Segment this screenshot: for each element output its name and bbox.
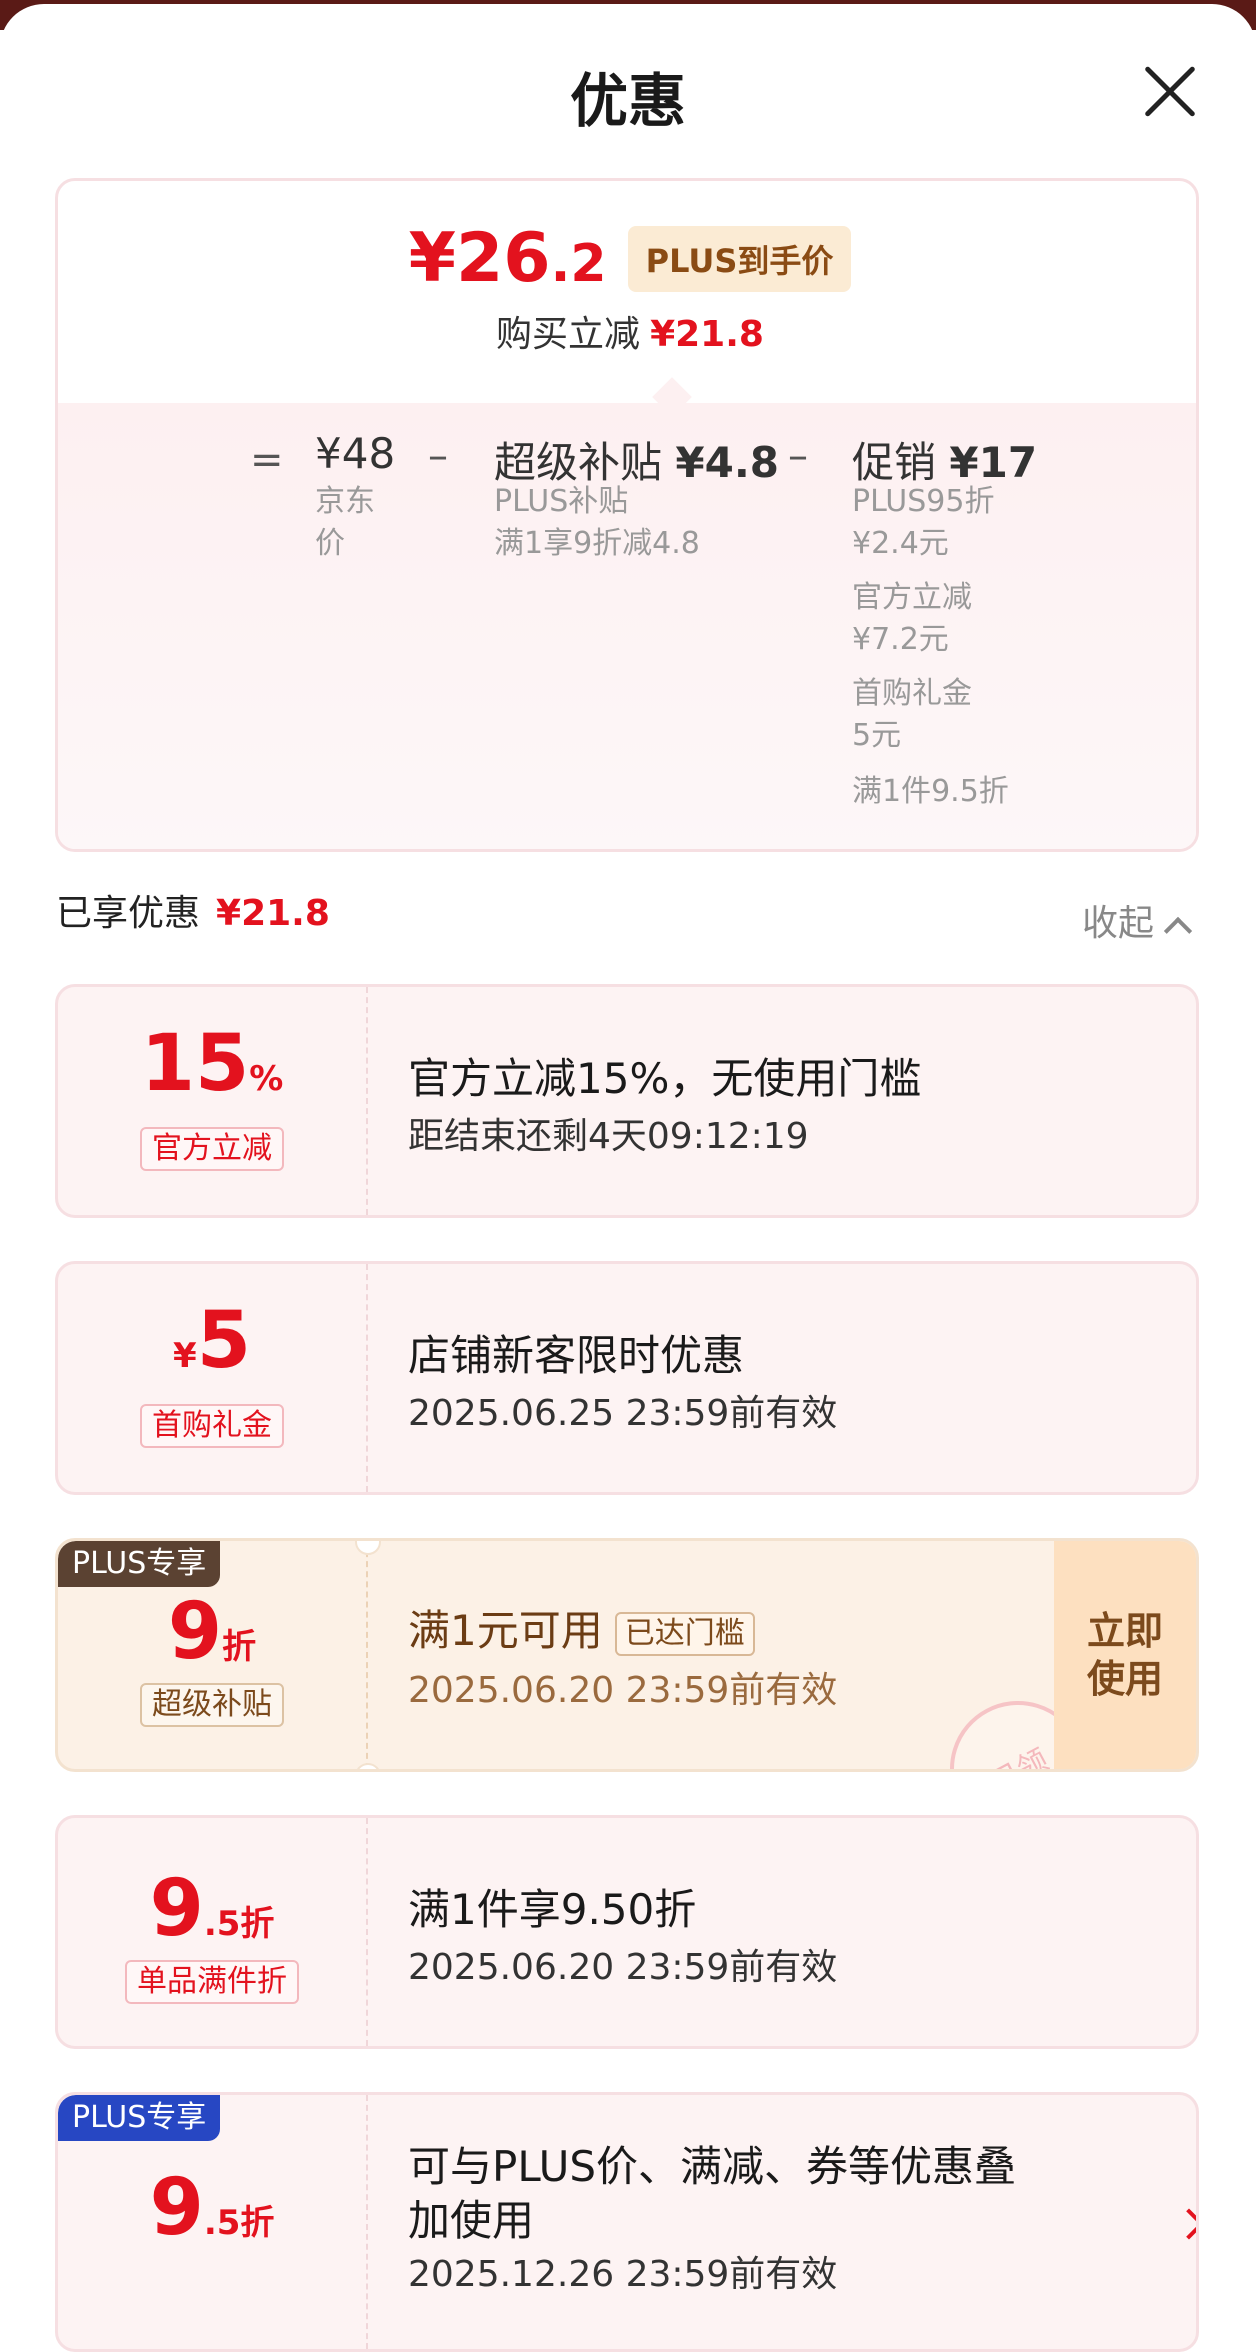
coupon-tag: 首购礼金 [140,1404,284,1448]
subsidy-name: 超级补贴 [494,438,663,487]
coupon-number: 9 [149,2163,204,2253]
coupon-unit: 折 [222,1627,257,1667]
collapse-button[interactable]: 收起 [1082,894,1193,946]
coupon-currency: ¥ [173,1336,197,1376]
coupon-amount: 9.5折 [58,1864,366,1954]
jd-price-label-2: 价 [315,526,345,561]
coupon-title: 官方立减15%，无使用门槛 [408,1054,922,1103]
promo-detail-4: ¥7.2元 [852,622,949,657]
coupon-card-plus-stack[interactable]: PLUS专享 9.5折 可与PLUS价、满减、券等优惠叠 加使用 2025.12… [55,2092,1199,2352]
coupon-number: 9 [149,1864,204,1954]
jd-price-value: ¥48 [315,429,396,478]
coupon-title-row: 满1元可用 已达门槛 [408,1597,755,1658]
coupon-title: 店铺新客限时优惠 [408,1331,745,1380]
discount-sheet: 优惠 ¥26.2 PLUS到手价 购买立减 ¥21.8 = ¥48 京东 价 – … [0,4,1256,2352]
minus-sign-2: – [788,433,808,479]
price-summary: ¥26.2 PLUS到手价 购买立减 ¥21.8 = ¥48 京东 价 – 超级补… [55,178,1199,852]
coupon-validity: 2025.06.20 23:59前有效 [408,1670,838,1711]
coupon-countdown: 距结束还剩4天09:12:19 [408,1116,809,1157]
coupon-validity: 2025.06.25 23:59前有效 [408,1393,838,1434]
enjoyed-value: ¥21.8 [216,893,330,934]
chevron-up-icon [1163,916,1193,946]
minus-sign-1: – [428,433,448,479]
threshold-reached-badge: 已达门槛 [614,1611,755,1656]
coupon-title-line-1: 可与PLUS价、满减、券等优惠叠 [408,2142,1017,2191]
card-left: 9折 超级补贴 [58,1541,366,1769]
card-left: 9.5折 单品满件折 [58,1818,366,2046]
card-divider [366,1264,368,1492]
coupon-number: 9 [167,1587,223,1677]
card-left: 9.5折 [58,2095,366,2349]
card-left: 15% 官方立减 [58,987,366,1215]
price-currency: ¥ [408,219,456,298]
coupon-validity: 2025.06.20 23:59前有效 [408,1947,838,1988]
coupon-card-first-purchase[interactable]: ¥5 首购礼金 店铺新客限时优惠 2025.06.25 23:59前有效 [55,1261,1199,1495]
coupon-number: 5 [196,1296,251,1386]
subsidy-detail-1: PLUS补贴 [494,484,629,519]
card-divider [366,2095,368,2349]
coupon-card-super-subsidy: PLUS专享 9折 超级补贴 满1元可用 已达门槛 2025.06.20 23:5… [55,1538,1199,1772]
equals-sign: = [250,437,284,483]
promo-detail-2: ¥2.4元 [852,526,949,561]
coupon-decimal: .5折 [203,2203,275,2243]
coupon-title-line-2: 加使用 [408,2196,535,2245]
coupon-unit: % [249,1059,284,1099]
coupon-amount: 9折 [58,1587,366,1677]
enjoyed-discount: 已享优惠 ¥21.8 [56,884,330,936]
jd-price-label-1: 京东 [315,484,375,519]
card-divider [366,1541,368,1769]
chevron-right-icon[interactable] [1173,2208,1196,2240]
coupon-validity: 2025.12.26 23:59前有效 [408,2254,838,2295]
collapse-label: 收起 [1082,903,1155,944]
card-left: ¥5 首购礼金 [58,1264,366,1492]
close-icon[interactable] [1140,62,1200,122]
plus-price-tag: PLUS到手价 [627,225,852,292]
coupon-card-item-discount[interactable]: 9.5折 单品满件折 满1件享9.50折 2025.06.20 23:59前有效 [55,1815,1199,2049]
promo-detail-6: 5元 [852,718,902,753]
sheet-title: 优惠 [569,67,686,135]
plus-price: ¥26.2 PLUS到手价 [58,219,1196,298]
coupon-amount: ¥5 [58,1296,366,1386]
use-now-button[interactable]: 立即使用 [1054,1541,1196,1769]
promo-detail-5: 首购礼金 [852,676,972,711]
final-price: ¥26.2 [409,219,607,298]
use-now-label: 立即使用 [1086,1609,1163,1701]
coupon-tag: 单品满件折 [125,1960,299,2004]
buy-off-line: 购买立减 ¥21.8 [58,305,1196,357]
coupon-tag: 官方立减 [140,1127,284,1171]
buy-off-label: 购买立减 [496,314,641,355]
enjoyed-label: 已享优惠 [56,893,201,934]
promo-name: 促销 [852,438,937,487]
coupon-tag: 超级补贴 [140,1683,284,1727]
coupon-number: 15 [140,1019,250,1109]
coupon-amount: 15% [58,1019,366,1109]
promo-detail-1: PLUS95折 [852,484,995,519]
subsidy-value: ¥4.8 [675,438,780,487]
promo-detail-3: 官方立减 [852,580,972,615]
buy-off-value: ¥21.8 [650,314,764,355]
card-divider [366,987,368,1215]
price-decimal: .2 [550,234,607,294]
card-divider [366,1818,368,2046]
coupon-title: 满1元可用 [408,1606,603,1655]
price-integer: 26 [455,219,551,298]
coupon-amount: 9.5折 [58,2163,366,2253]
coupon-decimal: .5折 [203,1904,275,1944]
coupon-title: 满1件享9.50折 [408,1885,697,1934]
coupon-card-official[interactable]: 15% 官方立减 官方立减15%，无使用门槛 距结束还剩4天09:12:19 [55,984,1199,1218]
promo-detail-7: 满1件9.5折 [852,774,1009,809]
subsidy-detail-2: 满1享9折减4.8 [494,526,700,561]
promo-value: ¥17 [949,438,1038,487]
